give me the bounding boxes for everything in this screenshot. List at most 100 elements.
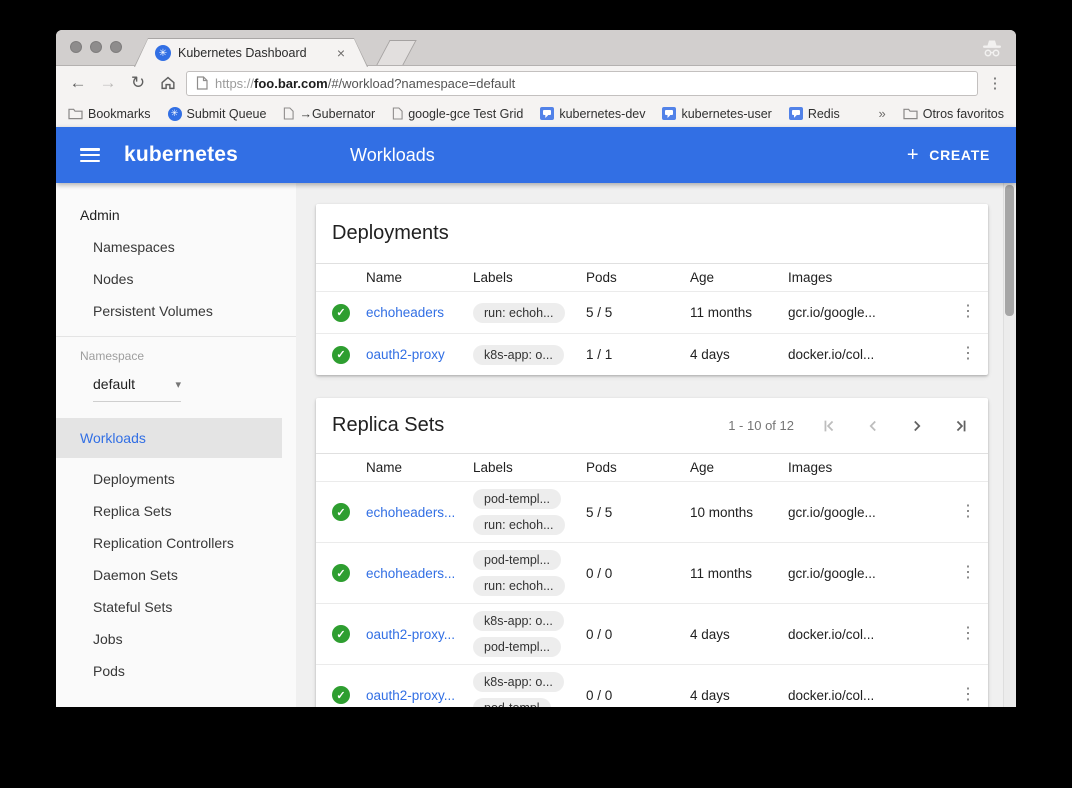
age-cell: 4 days bbox=[690, 688, 788, 703]
first-page-icon[interactable] bbox=[820, 417, 838, 435]
deployment-name-link[interactable]: oauth2-proxy bbox=[366, 347, 473, 362]
chevron-left-icon[interactable] bbox=[864, 417, 882, 435]
namespace-select[interactable]: default ▾ bbox=[93, 376, 181, 402]
reload-button[interactable]: ↻ bbox=[126, 71, 150, 95]
pods-cell: 0 / 0 bbox=[586, 566, 690, 581]
replica-sets-card: Replica Sets 1 - 10 of 12 bbox=[316, 398, 988, 707]
column-header-pods: Pods bbox=[586, 270, 690, 285]
row-menu-icon[interactable]: ⋮ bbox=[948, 346, 988, 363]
sidebar-item-namespaces[interactable]: Namespaces bbox=[56, 231, 296, 263]
sidebar-item-deployments[interactable]: Deployments bbox=[56, 463, 296, 495]
label-chip: k8s-app: o... bbox=[473, 672, 564, 692]
replica-set-name-link[interactable]: oauth2-proxy... bbox=[366, 688, 473, 703]
back-button[interactable]: ← bbox=[66, 71, 90, 95]
row-menu-icon[interactable]: ⋮ bbox=[948, 687, 988, 704]
column-header-name: Name bbox=[366, 460, 473, 475]
bookmark-gubernator[interactable]: →Gubernator bbox=[283, 107, 375, 121]
close-window-button[interactable] bbox=[70, 41, 82, 53]
new-tab-button[interactable] bbox=[376, 40, 416, 65]
traffic-lights[interactable] bbox=[70, 41, 122, 53]
sidebar-item-jobs[interactable]: Jobs bbox=[56, 623, 296, 655]
age-cell: 4 days bbox=[690, 347, 788, 362]
replica-sets-table-header: Name Labels Pods Age Images bbox=[316, 454, 988, 481]
images-cell: docker.io/col... bbox=[788, 627, 948, 642]
browser-toolbar: ← → ↻ https://foo.bar.com/#/workload?nam… bbox=[56, 66, 1016, 100]
bookmark-kubernetes-user[interactable]: kubernetes-user bbox=[662, 107, 771, 121]
row-menu-icon[interactable]: ⋮ bbox=[948, 504, 988, 521]
forward-button[interactable]: → bbox=[96, 71, 120, 95]
images-cell: gcr.io/google... bbox=[788, 305, 948, 320]
namespace-label: Namespace bbox=[56, 343, 296, 367]
row-menu-icon[interactable]: ⋮ bbox=[948, 626, 988, 643]
address-bar[interactable]: https://foo.bar.com/#/workload?namespace… bbox=[186, 71, 978, 96]
row-menu-icon[interactable]: ⋮ bbox=[948, 304, 988, 321]
status-ok-icon: ✓ bbox=[332, 564, 350, 582]
status-ok-icon: ✓ bbox=[332, 686, 350, 704]
sidebar-item-replica-sets[interactable]: Replica Sets bbox=[56, 495, 296, 527]
browser-tab[interactable]: ✳ Kubernetes Dashboard × bbox=[134, 38, 368, 67]
pods-cell: 5 / 5 bbox=[586, 505, 690, 520]
bookmark-kubernetes-dev[interactable]: kubernetes-dev bbox=[540, 107, 645, 121]
status-ok-icon: ✓ bbox=[332, 346, 350, 364]
sidebar-item-stateful-sets[interactable]: Stateful Sets bbox=[56, 591, 296, 623]
bookmark-label: Otros favoritos bbox=[923, 107, 1004, 121]
folder-icon bbox=[903, 107, 918, 120]
chevron-right-icon[interactable] bbox=[908, 417, 926, 435]
plus-icon: + bbox=[907, 145, 919, 165]
url-host: foo.bar.com bbox=[254, 76, 328, 91]
vertical-scrollbar[interactable] bbox=[1003, 183, 1016, 707]
zoom-window-button[interactable] bbox=[110, 41, 122, 53]
column-header-age: Age bbox=[690, 460, 788, 475]
sidebar-item-persistent-volumes[interactable]: Persistent Volumes bbox=[56, 295, 296, 327]
replica-set-name-link[interactable]: echoheaders... bbox=[366, 566, 473, 581]
replica-set-name-link[interactable]: oauth2-proxy... bbox=[366, 627, 473, 642]
pods-cell: 0 / 0 bbox=[586, 627, 690, 642]
sidebar-item-workloads[interactable]: Workloads bbox=[56, 418, 282, 458]
pagination-range: 1 - 10 of 12 bbox=[728, 418, 794, 433]
bookmark-label: google-gce Test Grid bbox=[408, 107, 523, 121]
column-header-pods: Pods bbox=[586, 460, 690, 475]
row-menu-icon[interactable]: ⋮ bbox=[948, 565, 988, 582]
bookmark-otros-favoritos[interactable]: Otros favoritos bbox=[903, 107, 1004, 121]
tab-close-icon[interactable]: × bbox=[337, 46, 345, 60]
app-header: kubernetes Workloads + CREATE bbox=[56, 127, 1016, 183]
sidebar-item-daemon-sets[interactable]: Daemon Sets bbox=[56, 559, 296, 591]
bookmark-google-gce-test-grid[interactable]: google-gce Test Grid bbox=[392, 107, 523, 121]
sidebar-item-pods[interactable]: Pods bbox=[56, 655, 296, 687]
last-page-icon[interactable] bbox=[952, 417, 970, 435]
browser-menu-icon[interactable]: ⋮ bbox=[984, 74, 1006, 92]
bookmark-redis[interactable]: Redis bbox=[789, 107, 840, 121]
bookmark-submit-queue[interactable]: ✳ Submit Queue bbox=[168, 107, 267, 121]
create-button[interactable]: + CREATE bbox=[907, 145, 990, 165]
age-cell: 11 months bbox=[690, 566, 788, 581]
scrollbar-thumb[interactable] bbox=[1005, 185, 1014, 316]
column-header-images: Images bbox=[788, 270, 948, 285]
replica-sets-card-title: Replica Sets bbox=[332, 414, 728, 437]
sidebar-item-nodes[interactable]: Nodes bbox=[56, 263, 296, 295]
images-cell: gcr.io/google... bbox=[788, 505, 948, 520]
sidebar: Admin Namespaces Nodes Persistent Volume… bbox=[56, 183, 296, 707]
bookmark-bookmarks[interactable]: Bookmarks bbox=[68, 107, 151, 121]
folder-icon bbox=[68, 107, 83, 120]
page-icon bbox=[283, 107, 294, 120]
app-body: Admin Namespaces Nodes Persistent Volume… bbox=[56, 183, 1016, 707]
replica-set-name-link[interactable]: echoheaders... bbox=[366, 505, 473, 520]
bookmark-label: →Gubernator bbox=[299, 107, 375, 121]
minimize-window-button[interactable] bbox=[90, 41, 102, 53]
kubernetes-icon: ✳ bbox=[168, 107, 182, 121]
bookmark-label: kubernetes-user bbox=[681, 107, 771, 121]
table-row: ✓ echoheaders... pod-templ... run: echoh… bbox=[316, 481, 988, 542]
bookmarks-overflow-chevron-icon[interactable]: » bbox=[878, 106, 885, 121]
pagination: 1 - 10 of 12 bbox=[728, 417, 970, 435]
deployments-card-title: Deployments bbox=[332, 222, 970, 245]
home-button[interactable] bbox=[156, 71, 180, 95]
bookmark-label: Redis bbox=[808, 107, 840, 121]
sidebar-item-replication-controllers[interactable]: Replication Controllers bbox=[56, 527, 296, 559]
deployment-name-link[interactable]: echoheaders bbox=[366, 305, 473, 320]
create-button-label: CREATE bbox=[929, 147, 990, 163]
label-chip: pod-templ... bbox=[473, 637, 561, 657]
hamburger-menu-icon[interactable] bbox=[80, 148, 100, 162]
app-logo: kubernetes bbox=[124, 143, 238, 167]
sidebar-item-admin[interactable]: Admin bbox=[56, 199, 296, 231]
column-header-labels: Labels bbox=[473, 460, 586, 475]
